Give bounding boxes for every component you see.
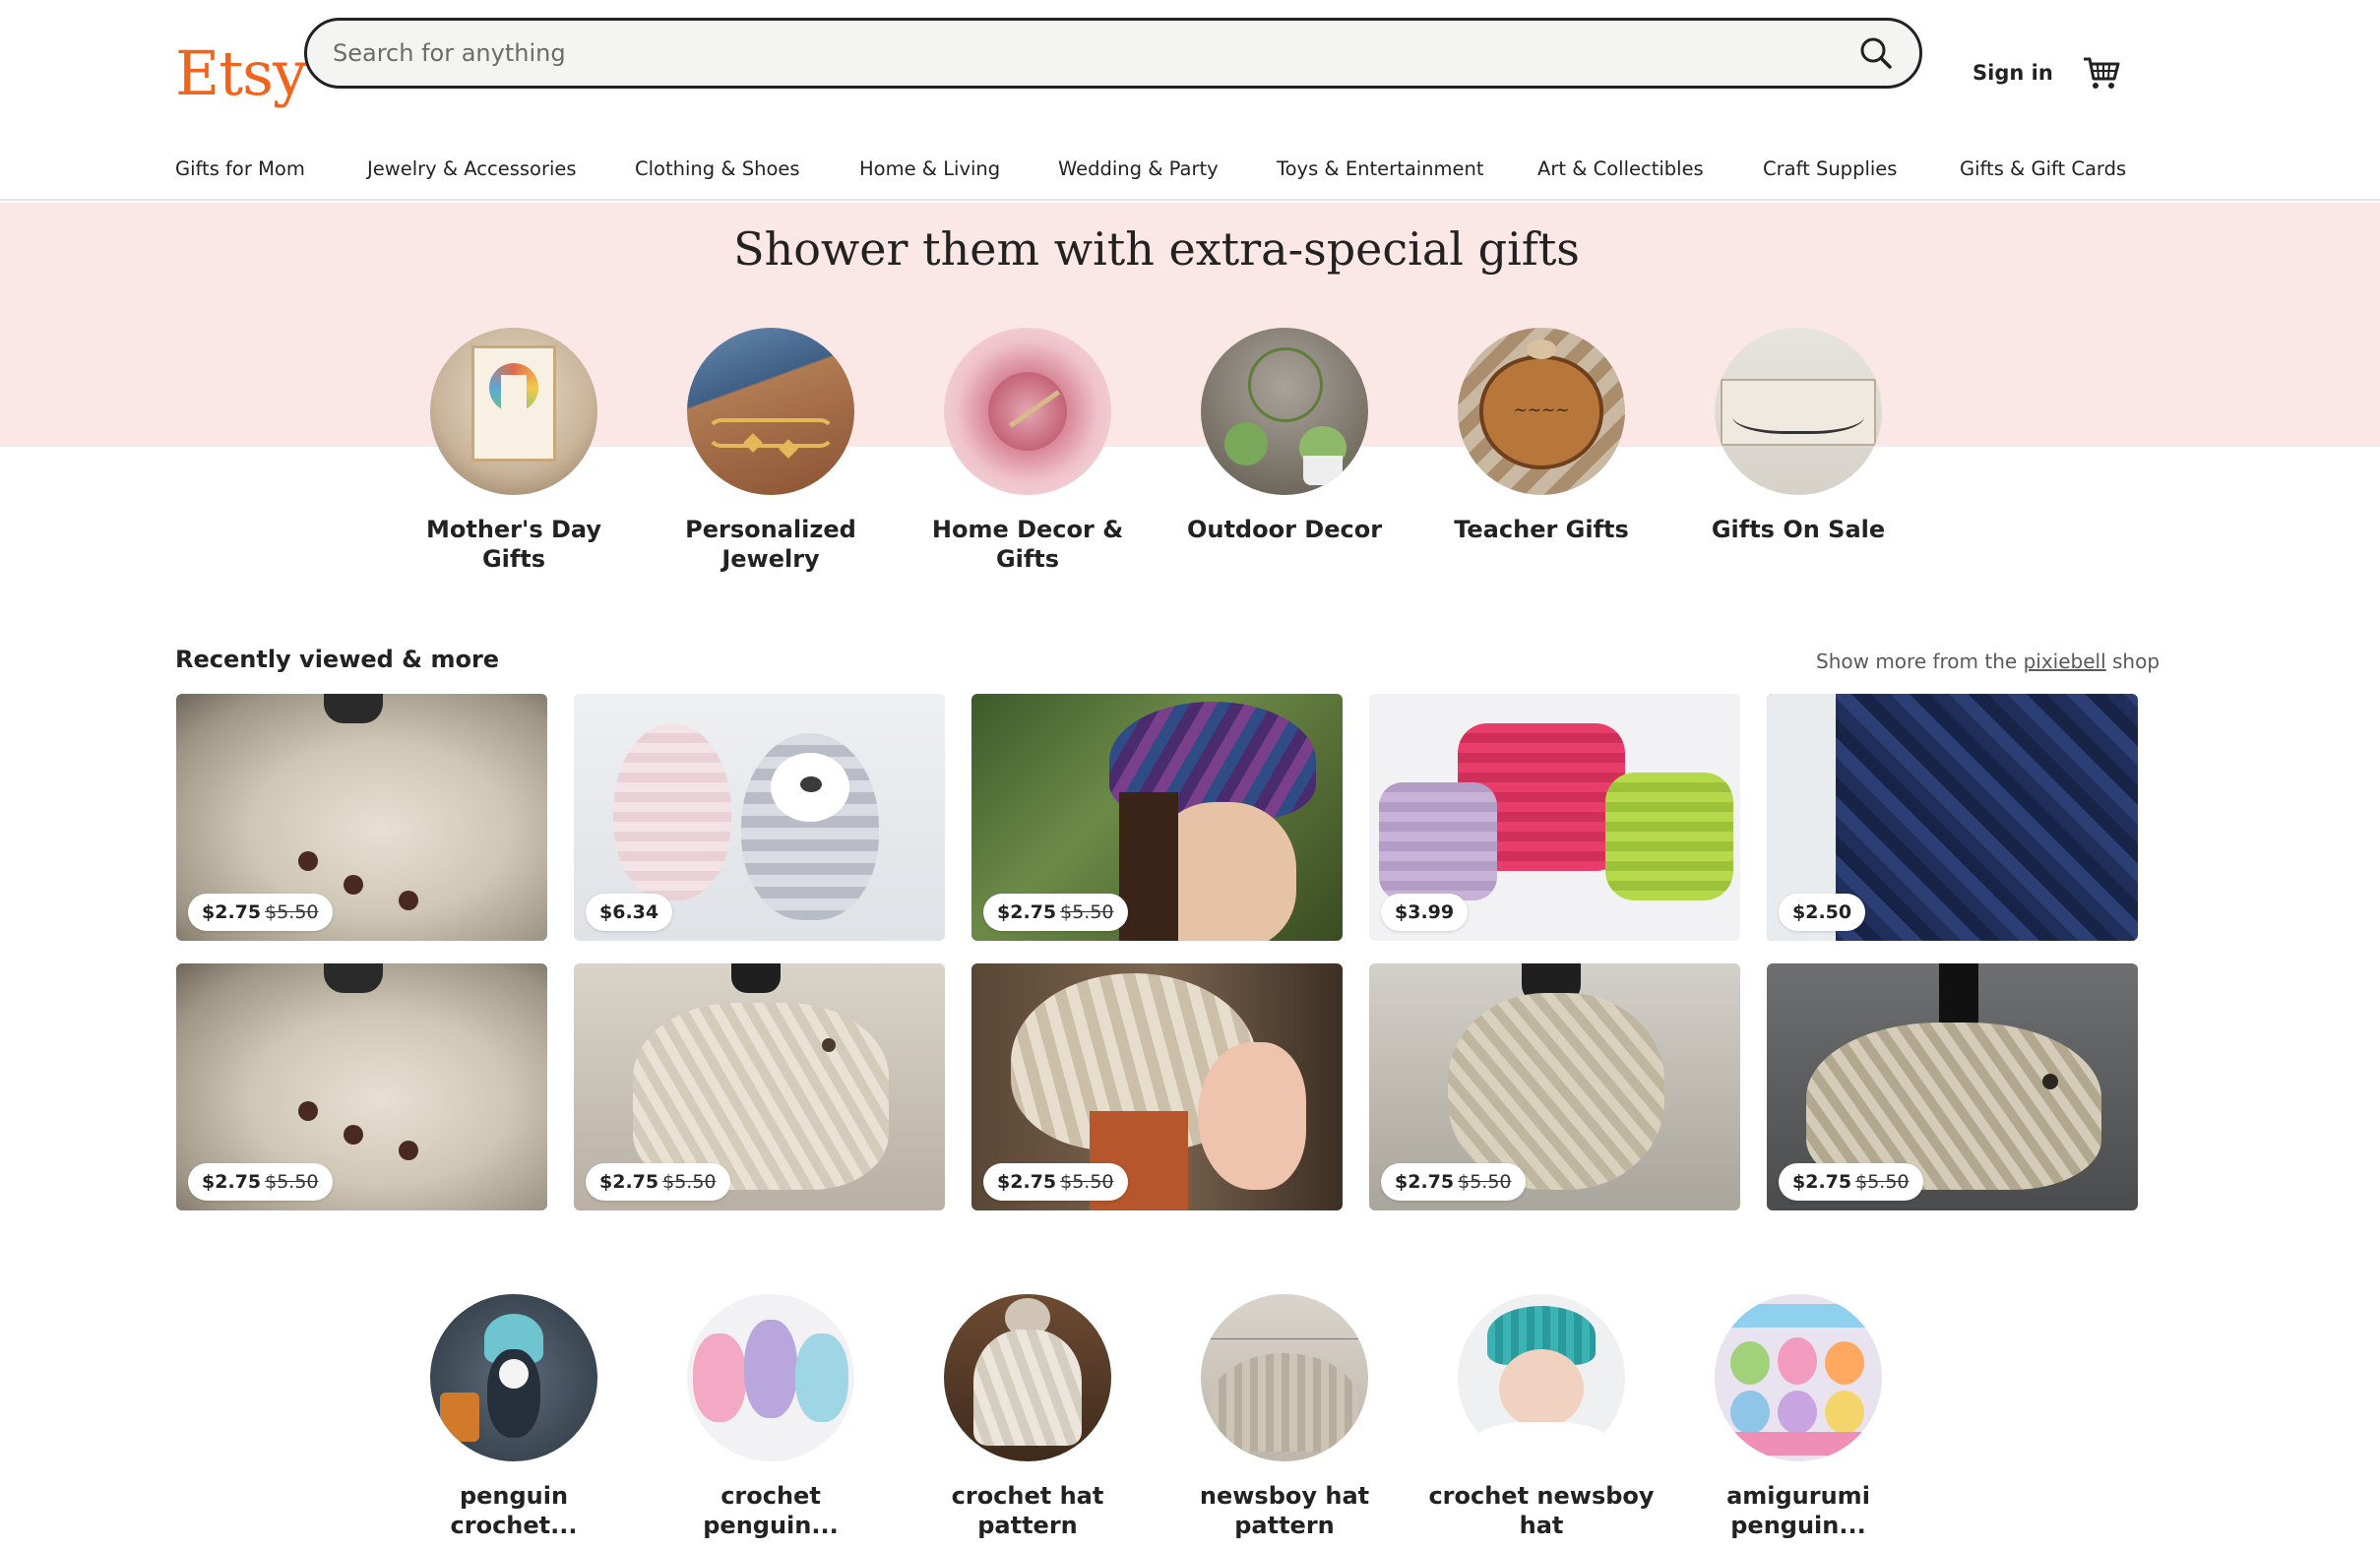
- related-search-amigurumi-penguin[interactable]: amigurumi penguin...: [1685, 1294, 1911, 1540]
- related-search-crochet-hat-pattern[interactable]: crochet hat pattern: [914, 1294, 1141, 1540]
- category-personalized-jewelry[interactable]: Personalized Jewelry: [658, 328, 884, 574]
- related-search-label: newsboy hat pattern: [1199, 1482, 1370, 1539]
- category-gifts-on-sale[interactable]: Gifts On Sale: [1685, 328, 1911, 544]
- related-search-label: penguin crochet...: [450, 1482, 578, 1539]
- listing-card[interactable]: $2.75 $5.50: [574, 963, 945, 1210]
- price-badge: $3.99: [1381, 894, 1469, 931]
- related-search-newsboy-hat-pattern[interactable]: newsboy hat pattern: [1171, 1294, 1398, 1540]
- related-search-image: [687, 1294, 854, 1461]
- nav-craft-supplies[interactable]: Craft Supplies: [1763, 157, 1897, 180]
- original-price: $5.50: [265, 1171, 319, 1193]
- listing-card[interactable]: $2.75 $5.50: [971, 963, 1343, 1210]
- price-badge: $2.75 $5.50: [983, 1163, 1128, 1201]
- search-input[interactable]: [333, 32, 1809, 74]
- price-badge: $2.75 $5.50: [1381, 1163, 1526, 1201]
- category-image: [687, 328, 854, 495]
- cart-icon[interactable]: [2081, 55, 2122, 91]
- sale-price: $2.75: [1395, 1171, 1455, 1193]
- original-price: $5.50: [1060, 901, 1114, 923]
- related-search-image: [1715, 1294, 1882, 1461]
- original-price: $5.50: [1060, 1171, 1114, 1193]
- category-home-decor-gifts[interactable]: Home Decor & Gifts: [914, 328, 1141, 574]
- related-search-crochet-newsboy-hat[interactable]: crochet newsboy hat: [1428, 1294, 1655, 1540]
- category-label: Gifts On Sale: [1711, 516, 1886, 543]
- listing-card[interactable]: $3.99: [1369, 694, 1740, 941]
- sale-price: $2.75: [1792, 1171, 1852, 1193]
- category-label: Mother's Day Gifts: [425, 516, 602, 573]
- price-badge: $2.75 $5.50: [188, 1163, 333, 1201]
- category-nav: Gifts for Mom Jewelry & Accessories Clot…: [175, 157, 2144, 187]
- listing-card[interactable]: $2.75 $5.50: [176, 963, 547, 1210]
- original-price: $5.50: [1458, 1171, 1512, 1193]
- show-more-suffix: shop: [2112, 650, 2161, 673]
- sale-price: $2.75: [202, 901, 262, 923]
- sale-price: $3.99: [1395, 901, 1455, 923]
- listing-card[interactable]: $2.50: [1767, 694, 2138, 941]
- related-search-image: [1201, 1294, 1368, 1461]
- category-teacher-gifts[interactable]: ~~~~ Teacher Gifts: [1428, 328, 1655, 544]
- nav-wedding-party[interactable]: Wedding & Party: [1058, 157, 1219, 180]
- nav-gifts-gift-cards[interactable]: Gifts & Gift Cards: [1960, 157, 2126, 180]
- related-search-image: [1458, 1294, 1625, 1461]
- sale-price: $2.75: [997, 901, 1057, 923]
- sale-price: $6.34: [599, 901, 659, 923]
- category-outdoor-decor[interactable]: Outdoor Decor: [1171, 328, 1398, 544]
- category-label: Teacher Gifts: [1454, 516, 1629, 543]
- category-label: Outdoor Decor: [1186, 516, 1383, 543]
- nav-home-living[interactable]: Home & Living: [859, 157, 1000, 180]
- nav-clothing-shoes[interactable]: Clothing & Shoes: [635, 157, 800, 180]
- sale-price: $2.75: [599, 1171, 659, 1193]
- original-price: $5.50: [1855, 1171, 1910, 1193]
- category-image: [1715, 328, 1882, 495]
- show-more-from-shop: Show more from the pixiebell shop: [1816, 650, 2160, 673]
- original-price: $5.50: [662, 1171, 717, 1193]
- sign-in-link[interactable]: Sign in: [1973, 61, 2053, 85]
- hero-title: Shower them with extra-special gifts: [733, 222, 1580, 276]
- show-more-prefix: Show more from the: [1816, 650, 2018, 673]
- category-image: [944, 328, 1111, 495]
- original-price: $5.50: [265, 901, 319, 923]
- nav-toys-entertainment[interactable]: Toys & Entertainment: [1277, 157, 1484, 180]
- category-label: Personalized Jewelry: [685, 516, 856, 573]
- nav-gifts-for-mom[interactable]: Gifts for Mom: [175, 157, 305, 180]
- price-badge: $2.75 $5.50: [188, 894, 333, 931]
- related-search-label: crochet penguin...: [703, 1482, 839, 1539]
- related-search-label: crochet newsboy hat: [1428, 1482, 1655, 1539]
- nav-jewelry-accessories[interactable]: Jewelry & Accessories: [367, 157, 577, 180]
- shop-link[interactable]: pixiebell: [2024, 650, 2106, 673]
- search-bar[interactable]: [304, 18, 1922, 89]
- listing-card[interactable]: $6.34: [574, 694, 945, 941]
- related-search-image: [944, 1294, 1111, 1461]
- category-label: Home Decor & Gifts: [931, 516, 1124, 573]
- related-search-image: [430, 1294, 597, 1461]
- category-image: [1201, 328, 1368, 495]
- listing-card[interactable]: $2.75 $5.50: [176, 694, 547, 941]
- price-badge: $2.75 $5.50: [586, 1163, 730, 1201]
- price-badge: $6.34: [586, 894, 673, 931]
- category-image: ~~~~: [1458, 328, 1625, 495]
- category-image: [430, 328, 597, 495]
- recently-viewed-title: Recently viewed & more: [175, 646, 500, 673]
- related-search-penguin-crochet[interactable]: penguin crochet...: [401, 1294, 627, 1540]
- etsy-logo[interactable]: Etsy: [175, 37, 307, 109]
- listing-card[interactable]: $2.75 $5.50: [971, 694, 1343, 941]
- price-badge: $2.75 $5.50: [983, 894, 1128, 931]
- sale-price: $2.75: [997, 1171, 1057, 1193]
- listing-card[interactable]: $2.75 $5.50: [1369, 963, 1740, 1210]
- sale-price: $2.50: [1792, 901, 1852, 923]
- nav-art-collectibles[interactable]: Art & Collectibles: [1537, 157, 1704, 180]
- search-icon[interactable]: [1856, 33, 1898, 75]
- price-badge: $2.75 $5.50: [1779, 1163, 1923, 1201]
- related-search-label: crochet hat pattern: [951, 1482, 1104, 1539]
- sale-price: $2.75: [202, 1171, 262, 1193]
- site-header: Etsy Sign in Gifts for Mom Jewelry & Acc…: [0, 0, 2380, 201]
- price-badge: $2.50: [1779, 894, 1866, 931]
- related-search-label: amigurumi penguin...: [1726, 1482, 1870, 1539]
- category-mothers-day-gifts[interactable]: Mother's Day Gifts: [401, 328, 627, 574]
- listing-card[interactable]: $2.75 $5.50: [1767, 963, 2138, 1210]
- related-search-crochet-penguin[interactable]: crochet penguin...: [658, 1294, 884, 1540]
